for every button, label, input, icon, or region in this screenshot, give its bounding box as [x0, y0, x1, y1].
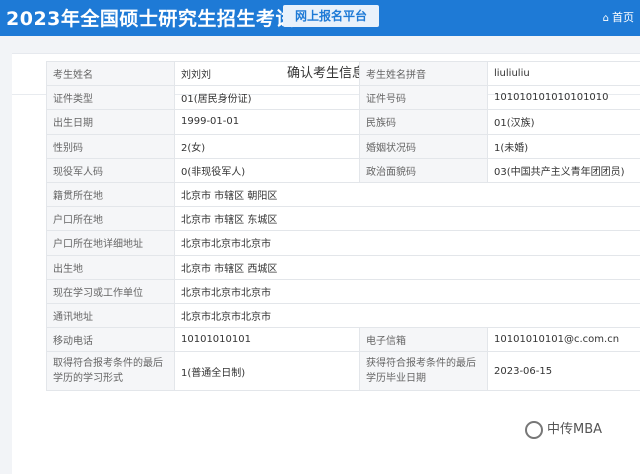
home-link[interactable]: ⌂首页 [603, 9, 634, 25]
table-row: 出生日期 1999-01-01 民族码 01(汉族) [47, 110, 640, 134]
candidate-info-table: 考生姓名 刘刘刘 考生姓名拼音 liuliuliu 证件类型 01(居民身份证)… [46, 61, 640, 391]
field-label: 性别码 [47, 134, 175, 158]
field-value: 1(未婚) [488, 134, 640, 158]
field-value: 10101010101@c.com.cn [488, 328, 640, 352]
field-label: 婚姻状况码 [360, 134, 488, 158]
home-icon: ⌂ [603, 13, 609, 24]
table-row: 出生地 北京市 市辖区 西城区 [47, 255, 640, 279]
watermark: 中传MBA [525, 418, 602, 439]
field-value: 0(非现役军人) [175, 158, 360, 182]
field-value: liuliuliu [488, 62, 640, 86]
field-value: 北京市北京市北京市 [175, 303, 640, 327]
field-label: 出生地 [47, 255, 175, 279]
table-row: 现役军人码 0(非现役军人) 政治面貌码 03(中国共产主义青年团团员) [47, 158, 640, 182]
field-label: 获得符合报考条件的最后学历毕业日期 [360, 352, 488, 391]
table-row: 通讯地址 北京市北京市北京市 [47, 303, 640, 327]
field-label: 籍贯所在地 [47, 182, 175, 206]
field-label: 民族码 [360, 110, 488, 134]
table-row: 证件类型 01(居民身份证) 证件号码 101010101010101010 [47, 86, 640, 110]
field-label: 考生姓名 [47, 62, 175, 86]
table-row: 移动电话 10101010101 电子信箱 10101010101@c.com.… [47, 328, 640, 352]
watermark-text: 中传MBA [547, 422, 602, 437]
watermark-logo-icon [525, 421, 543, 439]
field-label: 政治面貌码 [360, 158, 488, 182]
site-title: 2023年全国硕士研究生招生考试 [6, 4, 295, 31]
field-label: 通讯地址 [47, 303, 175, 327]
field-label: 取得符合报考条件的最后学历的学习形式 [47, 352, 175, 391]
field-label: 移动电话 [47, 328, 175, 352]
top-header: 2023年全国硕士研究生招生考试 网上报名平台 ⌂首页 [0, 0, 640, 36]
table-row: 户口所在地详细地址 北京市北京市北京市 [47, 231, 640, 255]
field-label: 电子信箱 [360, 328, 488, 352]
field-label: 现在学习或工作单位 [47, 279, 175, 303]
field-value: 北京市北京市北京市 [175, 279, 640, 303]
field-value: 刘刘刘 [175, 62, 360, 86]
field-value: 01(居民身份证) [175, 86, 360, 110]
field-value: 101010101010101010 [488, 86, 640, 110]
table-row: 户口所在地 北京市 市辖区 东城区 [47, 207, 640, 231]
table-row: 考生姓名 刘刘刘 考生姓名拼音 liuliuliu [47, 62, 640, 86]
field-value: 1999-01-01 [175, 110, 360, 134]
field-value: 2023-06-15 [488, 352, 640, 391]
home-label: 首页 [612, 11, 634, 24]
field-label: 户口所在地 [47, 207, 175, 231]
table-row: 籍贯所在地 北京市 市辖区 朝阳区 [47, 182, 640, 206]
field-value: 北京市北京市北京市 [175, 231, 640, 255]
field-value: 北京市 市辖区 朝阳区 [175, 182, 640, 206]
field-value: 2(女) [175, 134, 360, 158]
field-label: 现役军人码 [47, 158, 175, 182]
field-value: 10101010101 [175, 328, 360, 352]
field-label: 出生日期 [47, 110, 175, 134]
table-row: 性别码 2(女) 婚姻状况码 1(未婚) [47, 134, 640, 158]
field-label: 证件类型 [47, 86, 175, 110]
field-label: 考生姓名拼音 [360, 62, 488, 86]
field-value: 01(汉族) [488, 110, 640, 134]
table-row: 现在学习或工作单位 北京市北京市北京市 [47, 279, 640, 303]
platform-badge: 网上报名平台 [283, 5, 379, 27]
field-value: 1(普通全日制) [175, 352, 360, 391]
field-value: 北京市 市辖区 东城区 [175, 207, 640, 231]
table-row: 取得符合报考条件的最后学历的学习形式 1(普通全日制) 获得符合报考条件的最后学… [47, 352, 640, 391]
field-value: 03(中国共产主义青年团团员) [488, 158, 640, 182]
field-label: 证件号码 [360, 86, 488, 110]
field-label: 户口所在地详细地址 [47, 231, 175, 255]
field-value: 北京市 市辖区 西城区 [175, 255, 640, 279]
